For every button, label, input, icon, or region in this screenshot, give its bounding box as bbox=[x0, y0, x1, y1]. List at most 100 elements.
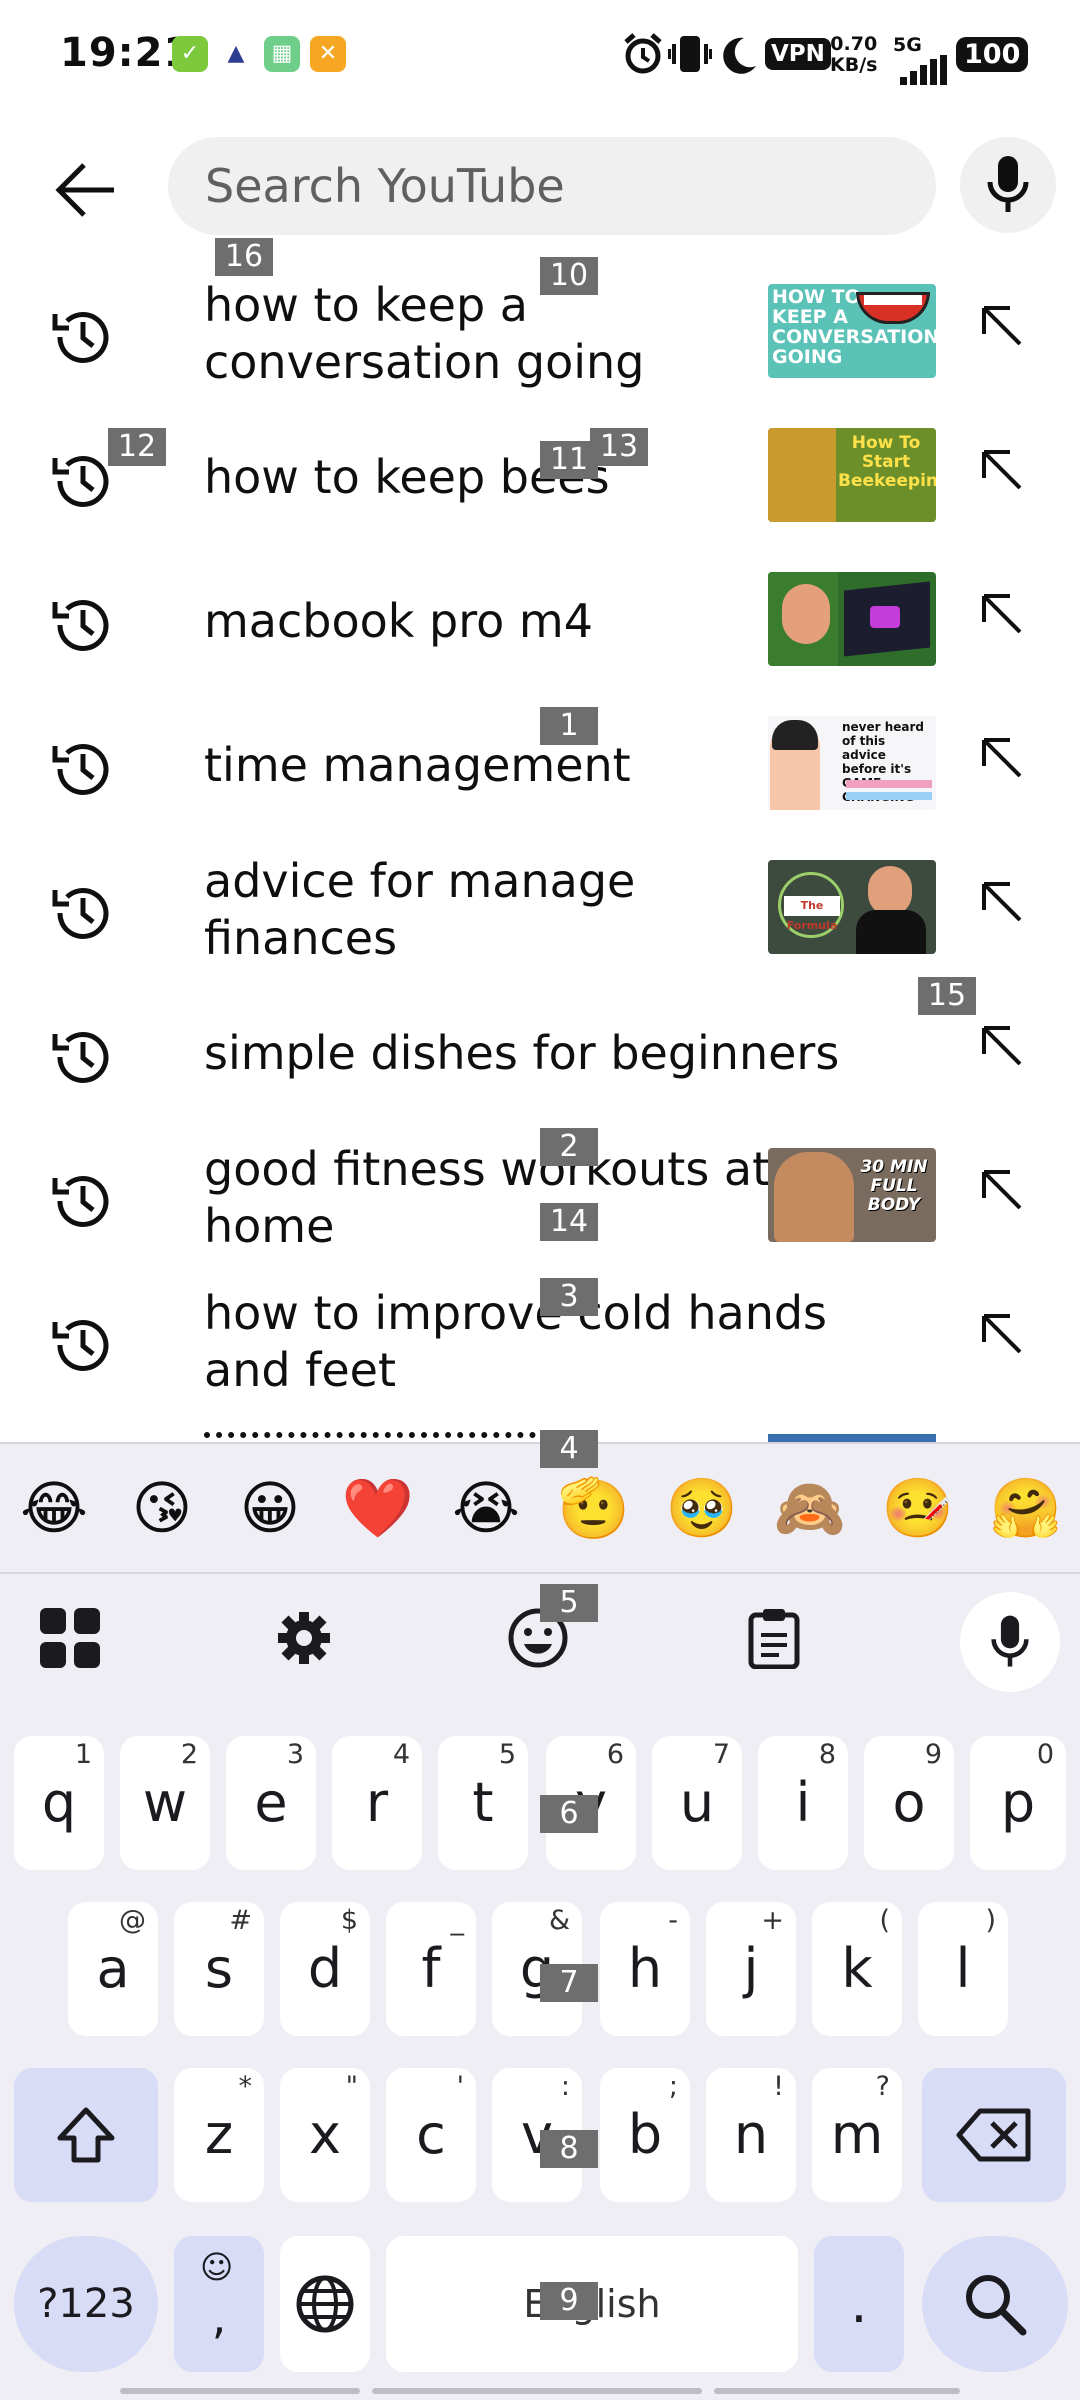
key-u[interactable]: u7 bbox=[652, 1736, 742, 1870]
marker: 2 bbox=[540, 1128, 598, 1166]
key-r[interactable]: r4 bbox=[332, 1736, 422, 1870]
search-input[interactable]: Search YouTube bbox=[168, 137, 936, 235]
voice-search-button[interactable] bbox=[960, 137, 1056, 233]
key-t[interactable]: t5 bbox=[438, 1736, 528, 1870]
fill-query-arrow-icon[interactable] bbox=[978, 878, 1026, 926]
history-icon bbox=[52, 888, 109, 940]
fill-query-arrow-icon[interactable] bbox=[978, 1166, 1026, 1214]
suggestion-thumbnail bbox=[768, 572, 936, 666]
marker: 4 bbox=[540, 1430, 598, 1468]
key-b[interactable]: b; bbox=[600, 2068, 690, 2202]
emoji-key[interactable]: 😀 bbox=[220, 1474, 320, 1542]
signal-icon bbox=[900, 55, 947, 85]
suggestion-row[interactable]: advice for manage finances The Formula bbox=[0, 838, 1080, 982]
notes-app-icon: ✓ bbox=[172, 36, 208, 72]
tools-app-icon: ✕ bbox=[310, 36, 346, 72]
suggestion-text: simple dishes for beginners bbox=[204, 1026, 840, 1080]
fill-query-arrow-icon[interactable] bbox=[978, 302, 1026, 350]
key-c[interactable]: c ' bbox=[386, 2068, 476, 2202]
key-k[interactable]: k( bbox=[812, 1902, 902, 2036]
emoji-key[interactable]: 🥹 bbox=[652, 1474, 752, 1543]
shift-key[interactable] bbox=[14, 2068, 158, 2202]
microphone-icon bbox=[987, 156, 1029, 212]
history-icon bbox=[52, 744, 109, 796]
marker: 15 bbox=[918, 977, 976, 1015]
fill-query-arrow-icon[interactable] bbox=[978, 590, 1026, 638]
marker: 6 bbox=[540, 1795, 598, 1833]
key-f[interactable]: f _ bbox=[386, 1902, 476, 2036]
history-icon bbox=[52, 1176, 109, 1228]
history-icon bbox=[52, 1032, 109, 1084]
keyboard-mic-button[interactable] bbox=[960, 1592, 1060, 1692]
emoji-key[interactable]: 😘 bbox=[112, 1474, 212, 1542]
fill-query-arrow-icon[interactable] bbox=[978, 734, 1026, 782]
suggestion-thumbnail: HOW TO KEEP A CONVERSATION GOING bbox=[768, 284, 936, 378]
key-q[interactable]: q1 bbox=[14, 1736, 104, 1870]
history-icon bbox=[52, 456, 109, 508]
emoji-key[interactable]: ❤️ bbox=[328, 1474, 428, 1543]
key-o[interactable]: o9 bbox=[864, 1736, 954, 1870]
language-globe-key[interactable] bbox=[280, 2236, 370, 2372]
suggestion-text: macbook pro m4 bbox=[204, 594, 593, 648]
key-m[interactable]: m? bbox=[812, 2068, 902, 2202]
key-l[interactable]: l) bbox=[918, 1902, 1008, 2036]
marker: 16 bbox=[215, 238, 273, 276]
emoji-comma-key[interactable]: ☺ , bbox=[174, 2236, 264, 2372]
backspace-icon bbox=[956, 2108, 1031, 2162]
marker: 12 bbox=[108, 428, 166, 466]
marker: 14 bbox=[540, 1203, 598, 1241]
fill-query-arrow-icon[interactable] bbox=[978, 1022, 1026, 1070]
microphone-icon bbox=[991, 1615, 1029, 1667]
marker: 7 bbox=[540, 1964, 598, 2002]
suggestion-text: how to keep a conversation going bbox=[204, 278, 645, 389]
key-w[interactable]: w2 bbox=[120, 1736, 210, 1870]
emoji-key[interactable]: 🙈 bbox=[760, 1474, 860, 1543]
keyboard-search-button[interactable] bbox=[922, 2236, 1068, 2372]
key-s[interactable]: s # bbox=[174, 1902, 264, 2036]
suggestion-row[interactable]: macbook pro m4 bbox=[0, 550, 1080, 694]
key-a[interactable]: a @ bbox=[68, 1902, 158, 2036]
period-key[interactable]: . bbox=[814, 2236, 904, 2372]
marker: 8 bbox=[540, 2130, 598, 2168]
marker: 10 bbox=[540, 257, 598, 295]
settings-gear-icon[interactable] bbox=[264, 1598, 344, 1678]
emoji-key[interactable]: 🫡 bbox=[544, 1474, 644, 1543]
key-d[interactable]: d $ bbox=[280, 1902, 370, 2036]
do-not-disturb-icon bbox=[723, 37, 756, 74]
emoji-key[interactable]: 😂 bbox=[4, 1474, 104, 1542]
key-j[interactable]: j + bbox=[706, 1902, 796, 2036]
key-p[interactable]: p0 bbox=[970, 1736, 1066, 1870]
key-h[interactable]: h- bbox=[600, 1902, 690, 2036]
emoji-key[interactable]: 🤗 bbox=[976, 1474, 1076, 1543]
alarm-icon bbox=[624, 33, 662, 74]
marker: 3 bbox=[540, 1278, 598, 1316]
suggestion-text: advice for manage finances bbox=[204, 854, 636, 965]
key-i[interactable]: i8 bbox=[758, 1736, 848, 1870]
symbols-key[interactable]: ?123 bbox=[14, 2236, 158, 2372]
marker: 1 bbox=[540, 707, 598, 745]
fill-query-arrow-icon[interactable] bbox=[978, 1310, 1026, 1358]
partial-text bbox=[204, 1432, 584, 1442]
suggestion-text: time management bbox=[204, 738, 631, 792]
key-e[interactable]: e3 bbox=[226, 1736, 316, 1870]
emoji-key[interactable]: 🤒 bbox=[868, 1474, 968, 1543]
fill-query-arrow-icon[interactable] bbox=[978, 446, 1026, 494]
vibrate-icon bbox=[668, 36, 712, 72]
cat-app-icon: ▲ bbox=[218, 36, 254, 72]
status-bar: 19:21 ✓ ▲ ▦ ✕ VPN 0.70 KB/s 5G 100 bbox=[0, 0, 1080, 110]
shift-arrow-icon bbox=[57, 2107, 115, 2163]
apps-grid-icon[interactable] bbox=[30, 1598, 110, 1678]
clipboard-icon[interactable] bbox=[734, 1598, 814, 1678]
marker: 5 bbox=[540, 1584, 598, 1622]
key-z[interactable]: z * bbox=[174, 2068, 264, 2202]
back-arrow-icon[interactable] bbox=[50, 155, 120, 225]
backspace-key[interactable] bbox=[922, 2068, 1066, 2202]
key-n[interactable]: n! bbox=[706, 2068, 796, 2202]
emoji-key[interactable]: 😭 bbox=[436, 1474, 536, 1542]
key-x[interactable]: x " bbox=[280, 2068, 370, 2202]
history-icon bbox=[52, 600, 109, 652]
suggestion-thumbnail: The Formula bbox=[768, 860, 936, 954]
suggestion-thumbnail: 30 MIN FULL BODY bbox=[768, 1148, 936, 1242]
suggestion-text: how to keep bees bbox=[204, 450, 610, 504]
calculator-app-icon: ▦ bbox=[264, 36, 300, 72]
